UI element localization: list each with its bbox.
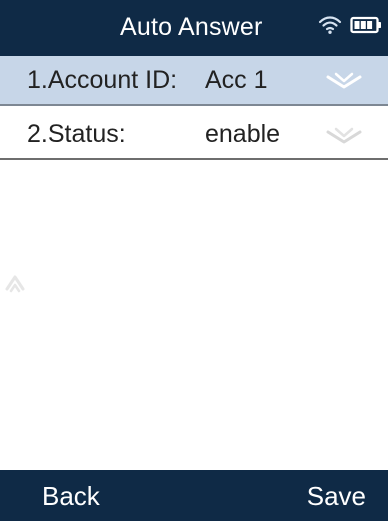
list-item-account-id[interactable]: 1.Account ID: Acc 1	[0, 56, 388, 106]
save-button[interactable]: Save	[307, 481, 366, 512]
chevron-toggle-icon[interactable]	[322, 71, 366, 91]
status-icons	[318, 14, 382, 40]
account-id-value: Acc 1	[205, 66, 268, 94]
wifi-icon	[318, 15, 342, 40]
status-label: 2.Status:	[27, 120, 126, 148]
chevron-toggle-icon[interactable]	[322, 126, 366, 146]
battery-icon	[350, 15, 382, 40]
back-button[interactable]: Back	[42, 481, 100, 512]
list-item-status[interactable]: 2.Status: enable	[0, 108, 388, 160]
title-bar: Auto Answer	[0, 0, 388, 56]
phone-screen: Auto Answer 1.Account ID: Acc 1 2.Status…	[0, 0, 388, 521]
account-id-label: 1.Account ID:	[27, 66, 178, 94]
status-value: enable	[205, 120, 281, 148]
page-title: Auto Answer	[120, 13, 263, 41]
watermark-icon	[4, 274, 26, 296]
softkey-bar: Back Save	[0, 470, 388, 521]
